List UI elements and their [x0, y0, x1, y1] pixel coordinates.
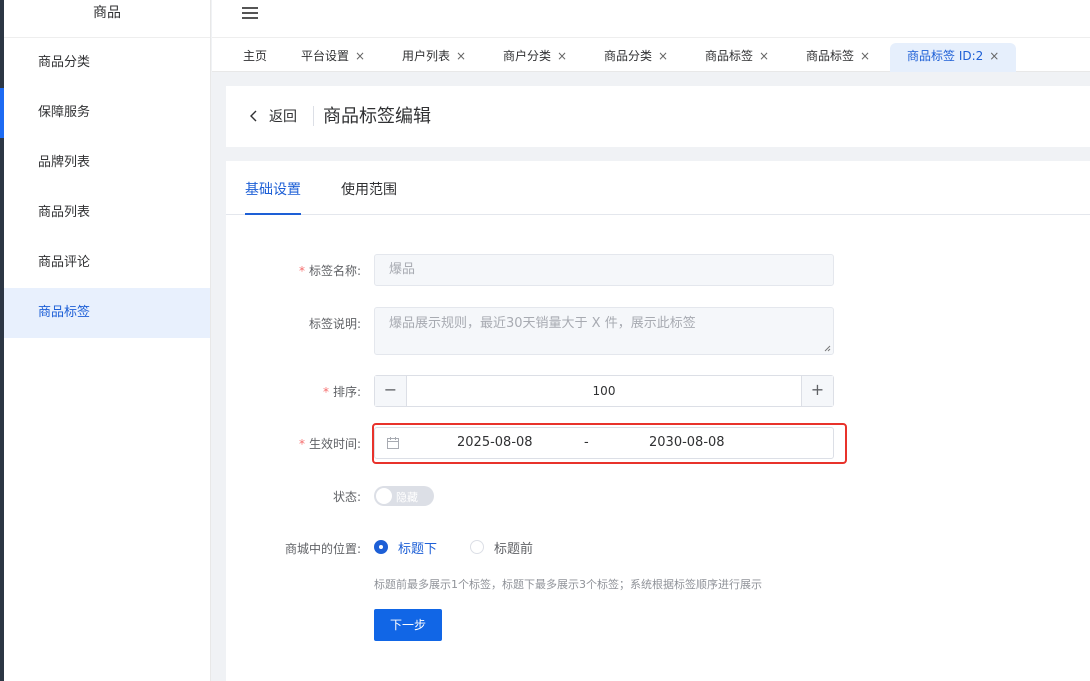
tab-label: 主页: [243, 49, 268, 63]
decrease-button[interactable]: −: [375, 376, 407, 406]
tab-label: 商品标签 ID:2: [907, 49, 984, 63]
toggle-text: 隐藏: [396, 491, 418, 504]
tab-goods-tag-1[interactable]: 商品标签 ×: [697, 43, 777, 72]
tab-home[interactable]: 主页: [235, 43, 275, 72]
tab-usage-scope[interactable]: 使用范围: [341, 179, 397, 199]
tab-goods-tag-id2[interactable]: 商品标签 ID:2 ×: [890, 43, 1017, 72]
effective-time-label: * 生效时间:: [298, 437, 361, 451]
back-link[interactable]: 返回: [269, 106, 297, 126]
close-icon[interactable]: ×: [989, 49, 999, 63]
sub-tabs: 基础设置 使用范围: [226, 161, 1090, 215]
menu-toggle-icon[interactable]: [242, 7, 258, 21]
status-toggle[interactable]: 隐藏: [374, 486, 434, 506]
tag-name-label: * 标签名称:: [298, 264, 361, 278]
tab-label: 商品标签: [705, 49, 754, 63]
page-title: 商品标签编辑: [323, 106, 431, 127]
tab-label: 商品标签: [806, 49, 855, 63]
chevron-left-icon[interactable]: [248, 108, 258, 124]
sidebar-title: 商品: [4, 0, 210, 38]
close-icon[interactable]: ×: [355, 49, 365, 63]
sort-value[interactable]: 100: [407, 376, 801, 406]
sidebar-item-goods-category[interactable]: 商品分类: [4, 38, 210, 88]
tag-desc-textarea[interactable]: 爆品展示规则，最近30天销量大于 X 件，展示此标签: [374, 307, 834, 355]
tag-desc-value: 爆品展示规则，最近30天销量大于 X 件，展示此标签: [389, 316, 696, 331]
tag-desc-label: 标签说明:: [308, 317, 361, 331]
form-card: 基础设置 使用范围 * 标签名称: 爆品 标签说明: 爆品展示规则，最近30天销量…: [226, 161, 1090, 681]
close-icon[interactable]: ×: [557, 49, 567, 63]
tag-name-input[interactable]: 爆品: [374, 254, 834, 286]
tab-label: 用户列表: [402, 49, 451, 63]
highlight-box: [372, 423, 847, 464]
tab-user-list[interactable]: 用户列表 ×: [394, 43, 474, 72]
close-icon[interactable]: ×: [658, 49, 668, 63]
next-step-button[interactable]: 下一步: [374, 609, 442, 641]
sort-stepper: − 100 +: [374, 375, 834, 407]
sidebar-item-goods-tag[interactable]: 商品标签: [4, 288, 210, 338]
radio-below-title-label[interactable]: 标题下: [398, 538, 437, 557]
tab-goods-category[interactable]: 商品分类 ×: [596, 43, 676, 72]
increase-button[interactable]: +: [801, 376, 833, 406]
tabs-bar: 主页 平台设置 × 用户列表 × 商户分类 × 商品分类 × 商品标签 × 商品标签 × 商…: [212, 38, 1090, 72]
close-icon[interactable]: ×: [456, 49, 466, 63]
tag-name-value: 爆品: [389, 262, 416, 277]
radio-below-title[interactable]: [374, 540, 388, 554]
sidebar-item-brand-list[interactable]: 品牌列表: [4, 138, 210, 188]
tab-label: 商品分类: [604, 49, 653, 63]
sidebar-item-goods-list[interactable]: 商品列表: [4, 188, 210, 238]
tab-label: 商户分类: [503, 49, 552, 63]
sidebar-hover-marker: [0, 88, 4, 138]
radio-before-title[interactable]: [470, 540, 484, 554]
sidebar-item-goods-review[interactable]: 商品评论: [4, 238, 210, 288]
toggle-knob: [376, 488, 392, 504]
radio-before-title-label[interactable]: 标题前: [494, 538, 533, 557]
status-label: 状态:: [332, 490, 361, 504]
sidebar: 商品 商品分类 保障服务 品牌列表 商品列表 商品评论 商品标签: [4, 0, 211, 681]
tab-goods-tag-2[interactable]: 商品标签 ×: [798, 43, 878, 72]
active-tab-indicator: [245, 213, 301, 215]
tab-label: 平台设置: [301, 49, 350, 63]
close-icon[interactable]: ×: [860, 49, 870, 63]
tab-platform-settings[interactable]: 平台设置 ×: [293, 43, 373, 72]
close-icon[interactable]: ×: [759, 49, 769, 63]
position-label: 商城中的位置:: [284, 542, 361, 556]
sort-label: * 排序:: [322, 385, 361, 399]
page-header: 返回 商品标签编辑: [226, 86, 1090, 147]
header-divider: [313, 106, 314, 126]
tab-merchant-category[interactable]: 商户分类 ×: [495, 43, 575, 72]
top-bar: [212, 0, 1090, 38]
resize-handle-icon[interactable]: [824, 345, 831, 352]
tab-basic-settings[interactable]: 基础设置: [245, 179, 301, 199]
sidebar-item-guarantee-service[interactable]: 保障服务: [4, 88, 210, 138]
position-hint: 标题前最多展示1个标签，标题下最多展示3个标签；系统根据标签顺序进行展示: [374, 578, 762, 591]
